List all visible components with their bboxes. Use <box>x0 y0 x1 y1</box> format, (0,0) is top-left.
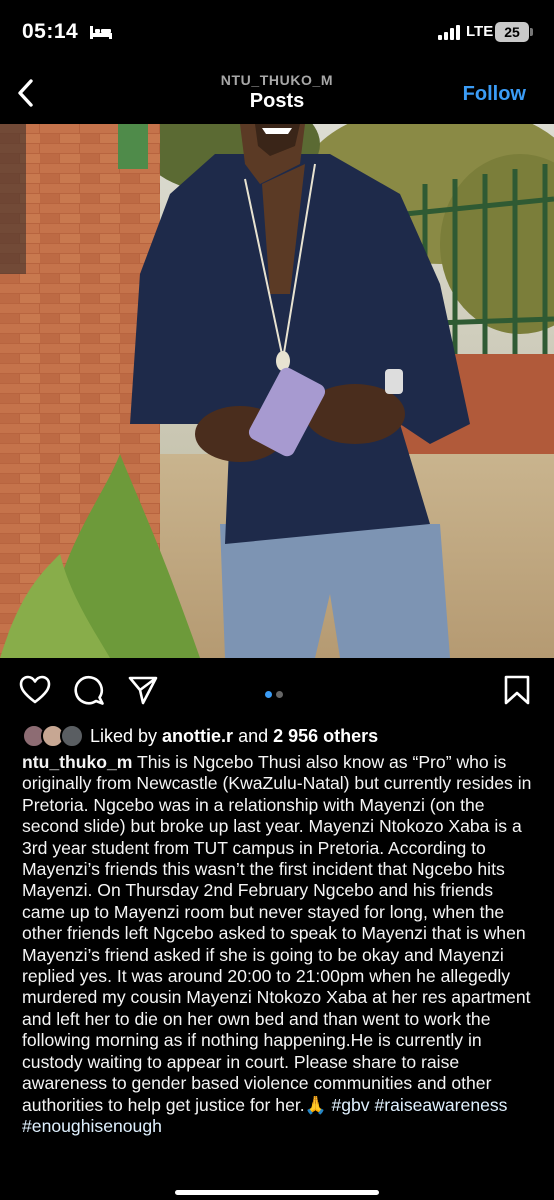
bed-icon <box>90 26 112 39</box>
carousel-indicator <box>265 685 287 703</box>
likes-middle: and <box>233 726 274 746</box>
likes-row[interactable]: Liked by anottie.r and 2 956 others <box>0 720 554 752</box>
caption-username[interactable]: ntu_thuko_m <box>22 752 132 772</box>
signal-icon <box>438 25 460 40</box>
bookmark-icon[interactable] <box>501 674 533 706</box>
carousel-dot <box>276 691 283 698</box>
avatar <box>60 724 84 748</box>
home-indicator <box>175 1190 379 1195</box>
post-photo-image <box>0 124 554 658</box>
nav-header: NTU_THUKO_M Posts Follow <box>0 62 554 124</box>
carousel-dot-active <box>265 691 272 698</box>
follow-button[interactable]: Follow <box>463 83 526 106</box>
battery-cap <box>530 28 533 36</box>
status-time: 05:14 <box>22 20 79 43</box>
send-icon[interactable] <box>127 674 159 706</box>
likes-text: Liked by anottie.r and 2 956 others <box>90 726 378 747</box>
liked-by-user[interactable]: anottie.r <box>162 726 233 746</box>
network-label: LTE <box>466 23 494 40</box>
caption-text: This is Ngcebo Thusi also know as “Pro” … <box>22 752 537 1115</box>
heart-icon[interactable] <box>19 674 51 706</box>
likes-count[interactable]: 2 956 others <box>273 726 378 746</box>
status-bar: 05:14 LTE 25 <box>0 0 554 62</box>
comment-icon[interactable] <box>73 674 105 706</box>
instagram-post-screen: 05:14 LTE 25 NTU_THUKO_M Posts Follow Li… <box>0 0 554 1200</box>
action-bar <box>0 658 554 720</box>
post-photo[interactable] <box>0 124 554 658</box>
post-caption: ntu_thuko_m This is Ngcebo Thusi also kn… <box>22 752 538 1137</box>
battery-indicator: 25 <box>495 22 529 42</box>
likes-prefix: Liked by <box>90 726 163 746</box>
